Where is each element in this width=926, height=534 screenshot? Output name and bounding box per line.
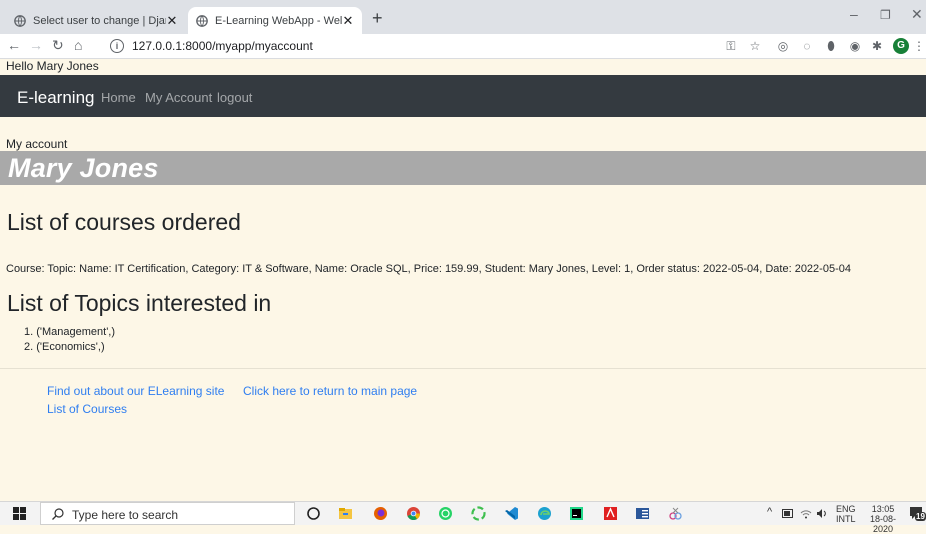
taskbar-search-input[interactable]: Type here to search (40, 502, 295, 525)
reload-icon[interactable]: ↻ (52, 37, 64, 54)
windows-taskbar: Type here to search ^ ENG INTL 13:05 18-… (0, 501, 926, 534)
battery-icon[interactable] (782, 509, 794, 518)
info-icon[interactable]: i (110, 39, 124, 53)
profile-avatar[interactable]: G (893, 38, 909, 54)
puzzle-icon[interactable]: ✱ (870, 39, 884, 53)
firefox-icon[interactable] (373, 506, 388, 521)
bookmark-star-icon[interactable]: ☆ (748, 39, 762, 53)
clock-date: 18-08-2020 (869, 514, 896, 534)
url-text: 127.0.0.1:8000/myapp/myaccount (132, 39, 313, 53)
clock-time: 13:05 (871, 504, 895, 514)
tab-django-admin[interactable]: Select user to change | Django site admi… (6, 7, 186, 34)
acrobat-icon[interactable] (603, 506, 618, 521)
tab-elearning[interactable]: E-Learning WebApp - Welcome! ✕ (188, 7, 362, 34)
list-item: 2. ('Economics',) (24, 341, 105, 353)
user-name: Mary Jones (8, 153, 159, 183)
tab-close-icon[interactable]: ✕ (342, 13, 354, 29)
globe-icon (196, 14, 208, 27)
extension-icon[interactable]: ◉ (848, 39, 862, 53)
whatsapp-icon[interactable] (438, 506, 453, 521)
snipping-tool-icon[interactable] (668, 506, 683, 521)
tab-close-icon[interactable]: ✕ (166, 13, 178, 29)
clock[interactable]: 13:05 18-08-2020 (862, 504, 904, 534)
greeting-text: Hello Mary Jones (6, 59, 99, 73)
chrome-icon[interactable] (406, 506, 421, 521)
wifi-icon[interactable] (800, 508, 812, 519)
browser-tab-strip: Select user to change | Django site admi… (0, 0, 926, 34)
main-page-link[interactable]: Click here to return to main page (243, 384, 417, 398)
shield-icon[interactable]: ⬮ (824, 39, 838, 53)
nav-my-account-link[interactable]: My Account (145, 90, 212, 105)
user-name-banner: Mary Jones (0, 151, 926, 185)
pycharm-icon[interactable] (569, 506, 584, 521)
tab-title: Select user to change | Django site admi… (33, 14, 166, 27)
close-window-icon[interactable]: ✕ (911, 6, 923, 23)
search-placeholder: Type here to search (72, 508, 179, 522)
menu-icon[interactable]: ⋮ (912, 39, 926, 53)
footer-divider (0, 368, 926, 369)
home-icon[interactable]: ⌂ (74, 37, 82, 53)
topics-heading: List of Topics interested in (7, 290, 272, 316)
extension-icon[interactable]: ◌ (800, 39, 814, 53)
list-item: 1. ('Management',) (24, 326, 116, 338)
new-tab-icon[interactable]: + (372, 8, 383, 29)
vscode-icon[interactable] (504, 506, 519, 521)
minimize-icon[interactable]: – (850, 6, 858, 22)
language-layout: INTL (836, 514, 856, 524)
browser-toolbar: ← → ↻ ⌂ i 127.0.0.1:8000/myapp/myaccount… (0, 34, 926, 59)
topics-list: 1. ('Management',) 2. ('Economics',) (24, 325, 115, 355)
restore-icon[interactable]: ❐ (880, 8, 891, 22)
navbar-brand[interactable]: E-learning (17, 88, 95, 108)
navbar: E-learning Home My Account logout (0, 75, 926, 117)
forward-icon[interactable]: → (29, 37, 43, 53)
notification-count: 19 (915, 512, 926, 521)
word-icon[interactable] (635, 506, 650, 521)
volume-icon[interactable] (816, 508, 829, 519)
spinner-app-icon[interactable] (471, 506, 486, 521)
notification-center[interactable]: 19 (909, 506, 926, 521)
nav-home-link[interactable]: Home (101, 90, 136, 105)
course-item: Course: Topic: Name: IT Certification, C… (6, 263, 851, 275)
cortana-icon[interactable] (306, 506, 321, 521)
globe-icon (14, 14, 26, 27)
back-icon[interactable]: ← (7, 37, 21, 53)
edge-icon[interactable] (537, 506, 552, 521)
key-icon[interactable]: ⚿ (724, 39, 738, 53)
my-account-label: My account (6, 137, 68, 151)
language-code: ENG (836, 504, 856, 514)
search-icon (52, 508, 64, 520)
language-indicator[interactable]: ENG INTL (836, 504, 856, 524)
nav-logout-link[interactable]: logout (217, 90, 252, 105)
windows-start-icon[interactable] (13, 507, 26, 520)
list-of-courses-link[interactable]: List of Courses (47, 402, 127, 416)
about-link[interactable]: Find out about our ELearning site (47, 384, 224, 398)
file-explorer-icon[interactable] (338, 506, 353, 521)
address-bar[interactable]: i 127.0.0.1:8000/myapp/myaccount (110, 36, 730, 56)
tab-title: E-Learning WebApp - Welcome! (215, 14, 342, 27)
chevron-up-icon[interactable]: ^ (767, 507, 772, 518)
extension-icon[interactable]: ◎ (776, 39, 790, 53)
courses-heading: List of courses ordered (7, 209, 241, 235)
